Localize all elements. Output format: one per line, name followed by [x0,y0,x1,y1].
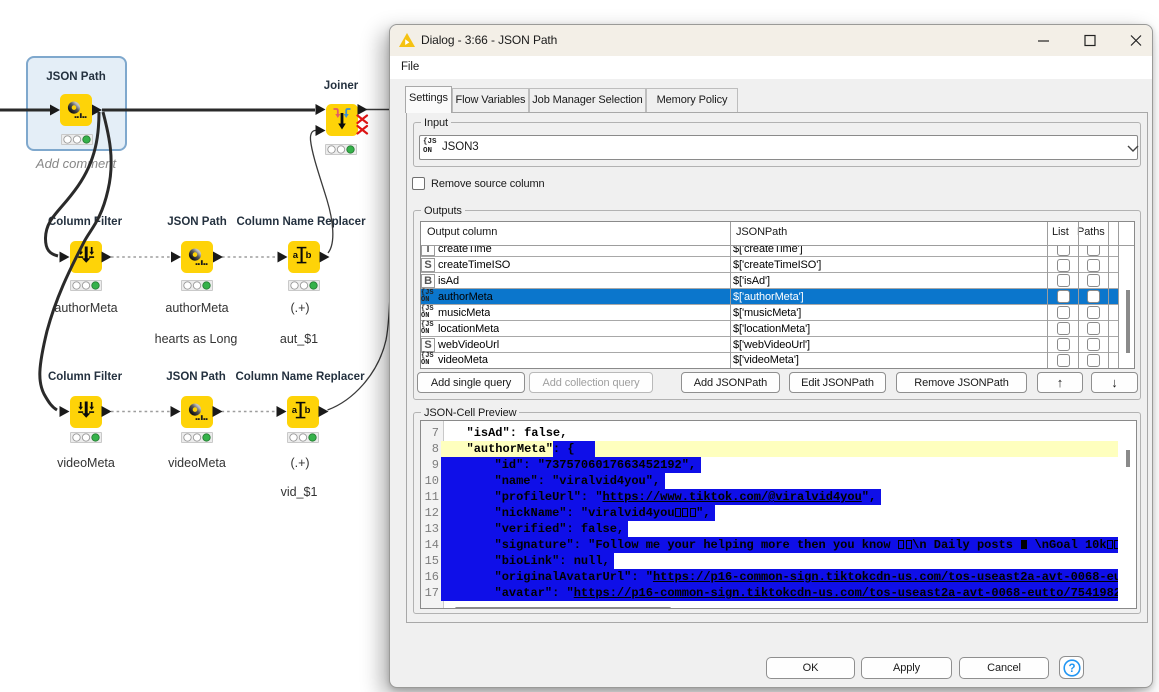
svg-text:?: ? [1068,663,1075,675]
